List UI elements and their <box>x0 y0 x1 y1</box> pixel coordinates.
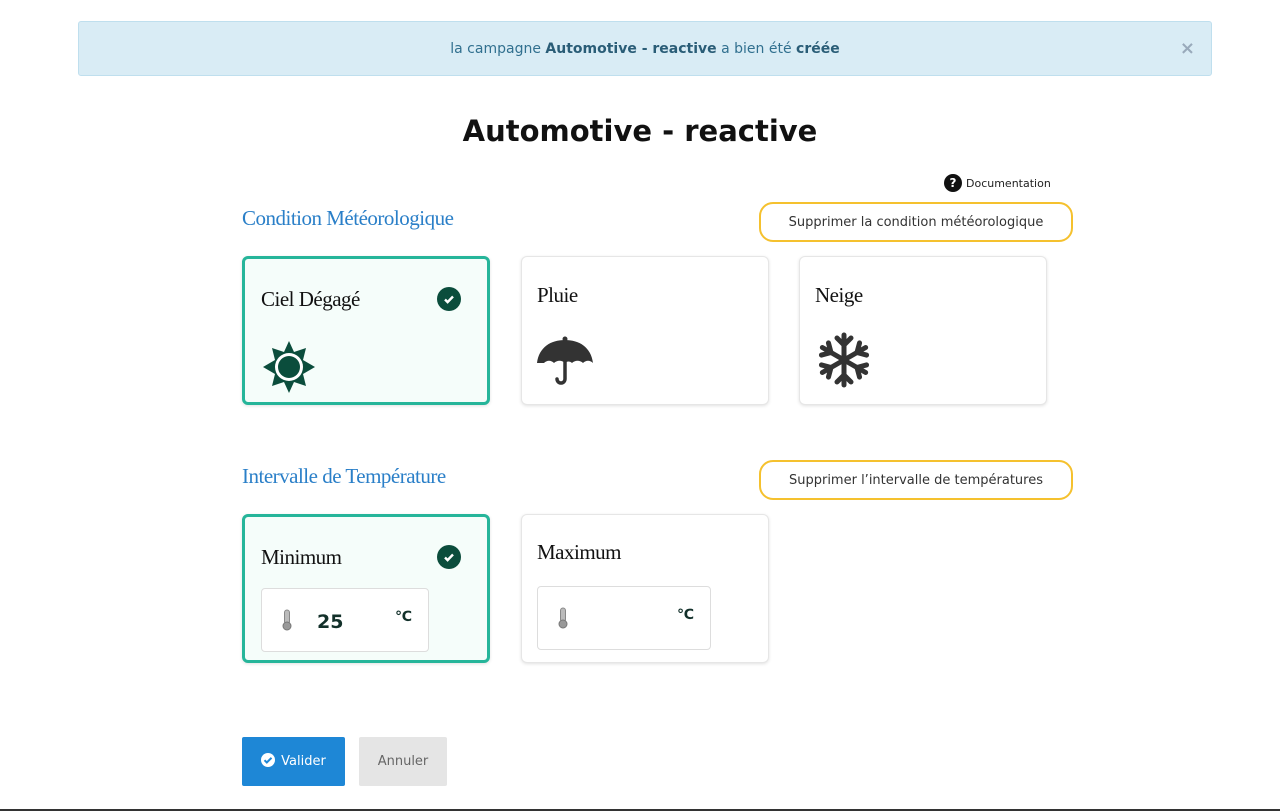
thermometer-icon <box>558 607 568 633</box>
weather-option-snow[interactable]: Neige <box>799 256 1047 405</box>
thermometer-icon <box>282 609 292 635</box>
alert-text: a bien été <box>721 40 792 57</box>
check-icon <box>437 545 461 569</box>
delete-temperature-button[interactable]: Supprimer l’intervalle de températures <box>759 460 1073 500</box>
documentation-link[interactable]: ? Documentation <box>944 174 1051 192</box>
snowflake-icon <box>818 331 870 393</box>
maximum-temperature-input[interactable]: ℃ <box>537 586 711 650</box>
minimum-value: 25 <box>317 611 344 633</box>
help-icon: ? <box>944 174 962 192</box>
alert-status: créée <box>796 40 840 57</box>
check-icon <box>437 287 461 311</box>
cancel-button[interactable]: Annuler <box>359 737 447 786</box>
check-circle-icon <box>261 752 276 771</box>
submit-label: Valider <box>281 754 326 769</box>
option-label: Pluie <box>537 283 578 307</box>
minimum-label: Minimum <box>261 545 342 569</box>
temperature-section-title: Intervalle de Température <box>242 464 446 488</box>
maximum-label: Maximum <box>537 540 622 564</box>
weather-option-clear[interactable]: Ciel Dégagé <box>242 256 490 405</box>
umbrella-icon <box>536 335 594 391</box>
alert-text: la campagne <box>450 40 541 57</box>
page-title: Automotive - reactive <box>462 114 818 148</box>
weather-option-rain[interactable]: Pluie <box>521 256 769 405</box>
alert-campaign-name: Automotive - reactive <box>545 40 717 57</box>
submit-button[interactable]: Valider <box>242 737 345 786</box>
option-label: Ciel Dégagé <box>261 287 360 311</box>
sun-icon <box>261 339 317 399</box>
temperature-minimum-card[interactable]: Minimum 25 ℃ <box>242 514 490 663</box>
success-alert: la campagne Automotive - reactive a bien… <box>78 21 1212 76</box>
weather-section-title: Condition Météorologique <box>242 206 454 230</box>
temperature-maximum-card[interactable]: Maximum ℃ <box>521 514 769 663</box>
documentation-label: Documentation <box>966 176 1051 190</box>
minimum-temperature-input[interactable]: 25 ℃ <box>261 588 429 652</box>
unit-label: ℃ <box>395 609 412 625</box>
close-icon[interactable]: × <box>1180 38 1195 59</box>
option-label: Neige <box>815 283 863 307</box>
delete-weather-button[interactable]: Supprimer la condition météorologique <box>759 202 1073 242</box>
unit-label: ℃ <box>677 607 694 623</box>
